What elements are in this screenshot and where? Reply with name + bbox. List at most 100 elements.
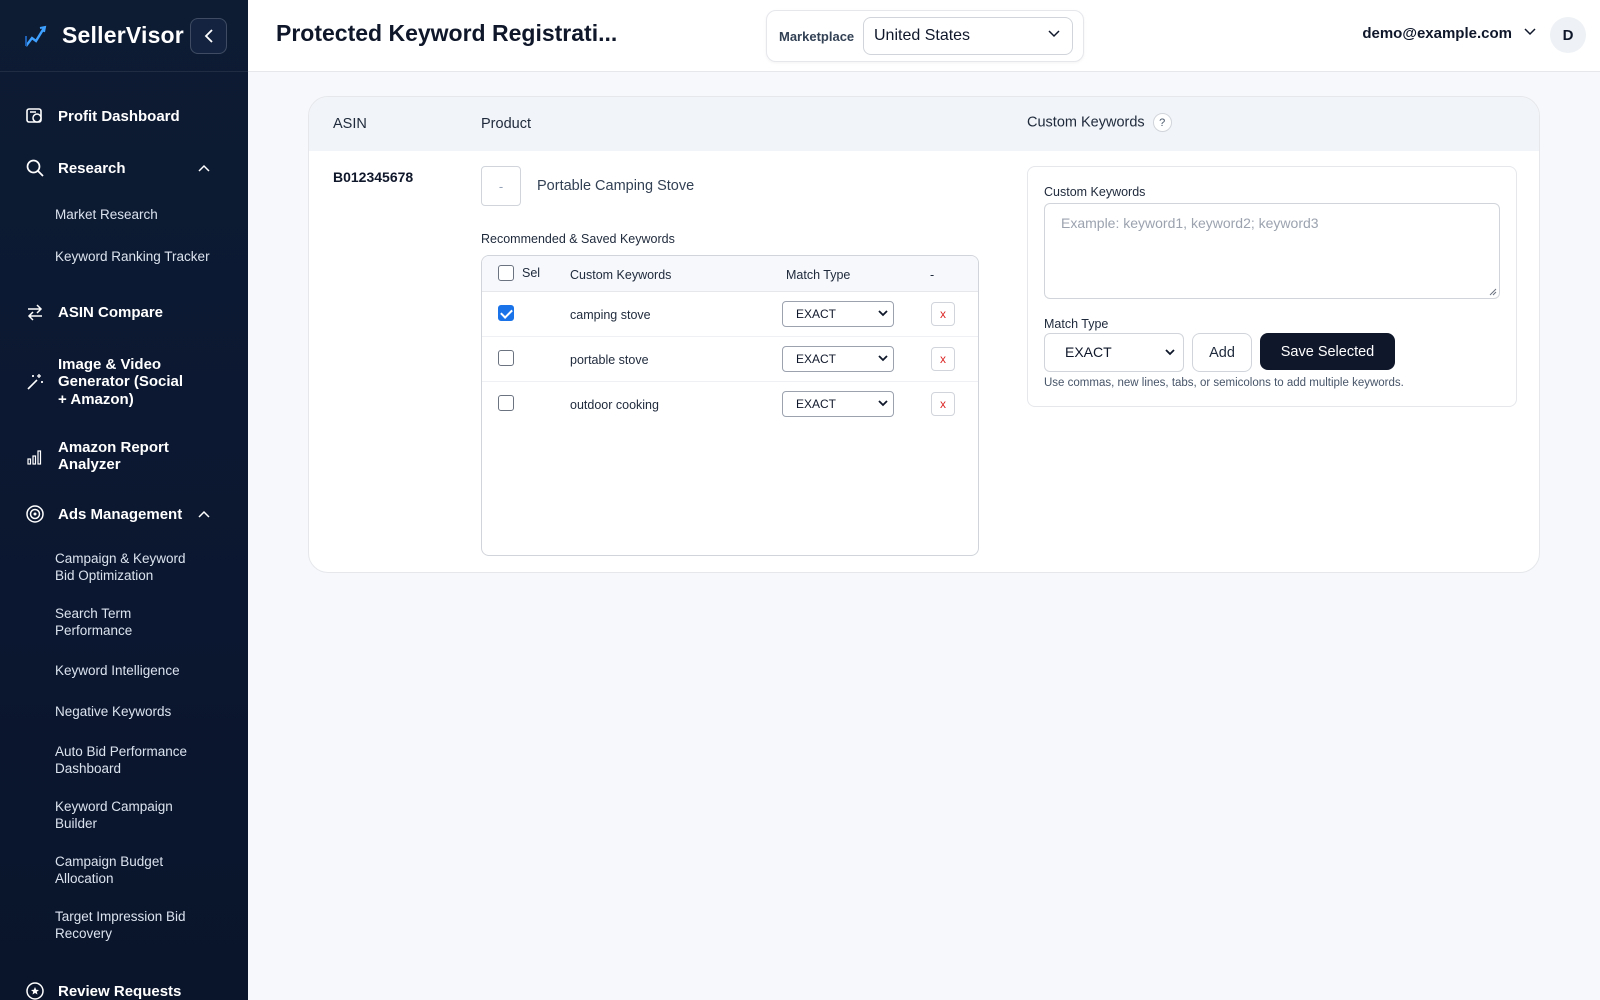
marketplace-label: Marketplace xyxy=(779,29,855,44)
column-header-label: Custom Keywords xyxy=(1027,114,1145,131)
match-type-value: EXACT xyxy=(796,397,837,411)
sidebar-subitem-keyword-ranking-tracker[interactable]: Keyword Ranking Tracker xyxy=(0,248,234,265)
sidebar-subitem-auto-bid-performance-dashboard[interactable]: Auto Bid Performance Dashboard xyxy=(0,743,215,777)
chevron-down-icon xyxy=(1048,30,1060,38)
sidebar-item-profit-dashboard[interactable]: Profit Dashboard xyxy=(0,104,204,128)
save-selected-button[interactable]: Save Selected xyxy=(1260,333,1395,370)
chevron-down-icon xyxy=(878,355,888,362)
resize-grip-icon[interactable] xyxy=(1489,288,1497,296)
bar-chart-icon xyxy=(24,445,46,467)
match-type-value: EXACT xyxy=(1065,344,1112,360)
review-icon xyxy=(24,980,46,1000)
match-type-value: EXACT xyxy=(796,352,837,366)
sidebar-item-ads-management[interactable]: Ads Management xyxy=(0,502,248,526)
chevron-left-icon xyxy=(204,29,213,43)
table-row: camping stove EXACT x xyxy=(482,292,978,337)
logo-icon xyxy=(25,25,47,47)
match-type-select[interactable]: EXACT xyxy=(782,391,894,417)
column-header-asin: ASIN xyxy=(333,116,367,132)
column-header-custom-keywords: Custom Keywords? xyxy=(1027,113,1172,132)
product-thumbnail: - xyxy=(481,166,521,206)
sidebar-item-label: Research xyxy=(58,159,126,177)
sidebar-subitem-keyword-campaign-builder[interactable]: Keyword Campaign Builder xyxy=(0,798,200,832)
sidebar-item-asin-compare[interactable]: ASIN Compare xyxy=(0,300,187,324)
delete-keyword-button[interactable]: x xyxy=(931,302,955,326)
user-email[interactable]: demo@example.com xyxy=(1362,25,1512,42)
marketplace-value: United States xyxy=(874,27,971,44)
keyword-text: outdoor cooking xyxy=(570,398,659,412)
custom-keywords-panel: Custom Keywords Example: keyword1, keywo… xyxy=(1027,166,1517,407)
custom-keywords-textarea[interactable]: Example: keyword1, keyword2; keyword3 xyxy=(1044,203,1500,299)
target-icon xyxy=(24,503,46,525)
keyword-registration-table: ASIN Product Custom Keywords? B012345678… xyxy=(308,96,1540,573)
row-checkbox[interactable] xyxy=(498,395,514,411)
sidebar-item-review-requests[interactable]: Review Requests xyxy=(0,979,205,1000)
table-header: ASIN Product Custom Keywords? xyxy=(309,97,1539,151)
sidebar-item-label: Profit Dashboard xyxy=(58,107,180,125)
add-button[interactable]: Add xyxy=(1192,333,1252,372)
sidebar-item-amazon-report-analyzer[interactable]: Amazon Report Analyzer xyxy=(0,438,200,474)
sidebar-subitem-campaign-keyword-bid-optimization[interactable]: Campaign & Keyword Bid Optimization xyxy=(0,550,215,584)
marketplace-dropdown[interactable]: United States xyxy=(863,17,1073,55)
help-icon[interactable]: ? xyxy=(1152,113,1172,132)
match-type-value: EXACT xyxy=(796,307,837,321)
match-type-select[interactable]: EXACT xyxy=(782,346,894,372)
dashboard-icon xyxy=(24,105,46,127)
column-header-action: - xyxy=(930,268,935,282)
row-checkbox[interactable] xyxy=(498,350,514,366)
sidebar-item-label: Ads Management xyxy=(58,505,183,523)
column-header-keyword: Custom Keywords xyxy=(570,268,672,282)
sidebar-item-label: Review Requests xyxy=(58,982,182,1000)
row-checkbox[interactable] xyxy=(498,305,514,321)
marketplace-selector: Marketplace United States xyxy=(766,10,1084,62)
sidebar-subitem-target-impression-bid-recovery[interactable]: Target Impression Bid Recovery xyxy=(0,908,215,942)
sidebar-item-label: ASIN Compare xyxy=(58,303,164,321)
match-type-label: Match Type xyxy=(1044,317,1109,331)
column-header-product: Product xyxy=(481,116,531,132)
custom-keywords-label: Custom Keywords xyxy=(1044,185,1146,199)
sidebar-subitem-negative-keywords[interactable]: Negative Keywords xyxy=(0,703,195,720)
keywords-table-header: Sel Custom Keywords Match Type - xyxy=(482,256,978,292)
chevron-up-icon xyxy=(198,164,210,172)
table-row: portable stove EXACT x xyxy=(482,337,978,382)
keyword-text: portable stove xyxy=(570,353,649,367)
custom-match-type-select[interactable]: EXACT xyxy=(1044,333,1184,372)
keywords-table: Sel Custom Keywords Match Type - camping… xyxy=(481,255,979,556)
avatar[interactable]: D xyxy=(1550,17,1586,53)
asin-value: B012345678 xyxy=(333,169,414,185)
chevron-down-icon xyxy=(1165,349,1175,356)
brand-name: SellerVisor xyxy=(62,22,184,48)
sidebar: SellerVisor Profit Dashboard Research Ma… xyxy=(0,0,248,1000)
sidebar-item-label: Amazon Report Analyzer xyxy=(58,438,169,474)
select-all-checkbox[interactable] xyxy=(498,265,514,281)
delete-keyword-button[interactable]: x xyxy=(931,347,955,371)
product-name: Portable Camping Stove xyxy=(537,178,695,194)
sidebar-item-label: Image & Video Generator (Social + Amazon… xyxy=(58,355,184,408)
search-icon xyxy=(24,157,46,179)
keyword-text: camping stove xyxy=(570,308,651,322)
chevron-down-icon[interactable] xyxy=(1524,28,1536,36)
page-title: Protected Keyword Registrati... xyxy=(276,20,618,46)
recommended-keywords-label: Recommended & Saved Keywords xyxy=(481,232,675,246)
sidebar-item-research[interactable]: Research xyxy=(0,156,248,180)
delete-keyword-button[interactable]: x xyxy=(931,392,955,416)
sidebar-nav: Profit Dashboard Research Market Researc… xyxy=(0,72,248,1000)
collapse-sidebar-button[interactable] xyxy=(190,18,227,54)
textarea-placeholder: Example: keyword1, keyword2; keyword3 xyxy=(1061,215,1319,231)
match-type-select[interactable]: EXACT xyxy=(782,301,894,327)
sidebar-subitem-market-research[interactable]: Market Research xyxy=(0,206,182,223)
chevron-down-icon xyxy=(878,310,888,317)
sidebar-subitem-keyword-intelligence[interactable]: Keyword Intelligence xyxy=(0,662,204,679)
helper-text: Use commas, new lines, tabs, or semicolo… xyxy=(1044,377,1404,389)
compare-arrows-icon xyxy=(24,301,46,323)
table-row: outdoor cooking EXACT x xyxy=(482,382,978,427)
column-header-match-type: Match Type xyxy=(786,268,851,282)
magic-wand-icon xyxy=(24,371,46,393)
top-header: Protected Keyword Registrati... Marketpl… xyxy=(248,0,1600,72)
sidebar-subitem-search-term-performance[interactable]: Search Term Performance xyxy=(0,605,170,639)
sidebar-item-image-video-generator[interactable]: Image & Video Generator (Social + Amazon… xyxy=(0,355,210,409)
chevron-down-icon xyxy=(878,400,888,407)
chevron-up-icon xyxy=(198,510,210,518)
sidebar-subitem-campaign-budget-allocation[interactable]: Campaign Budget Allocation xyxy=(0,853,200,887)
column-header-sel: Sel xyxy=(522,266,541,280)
